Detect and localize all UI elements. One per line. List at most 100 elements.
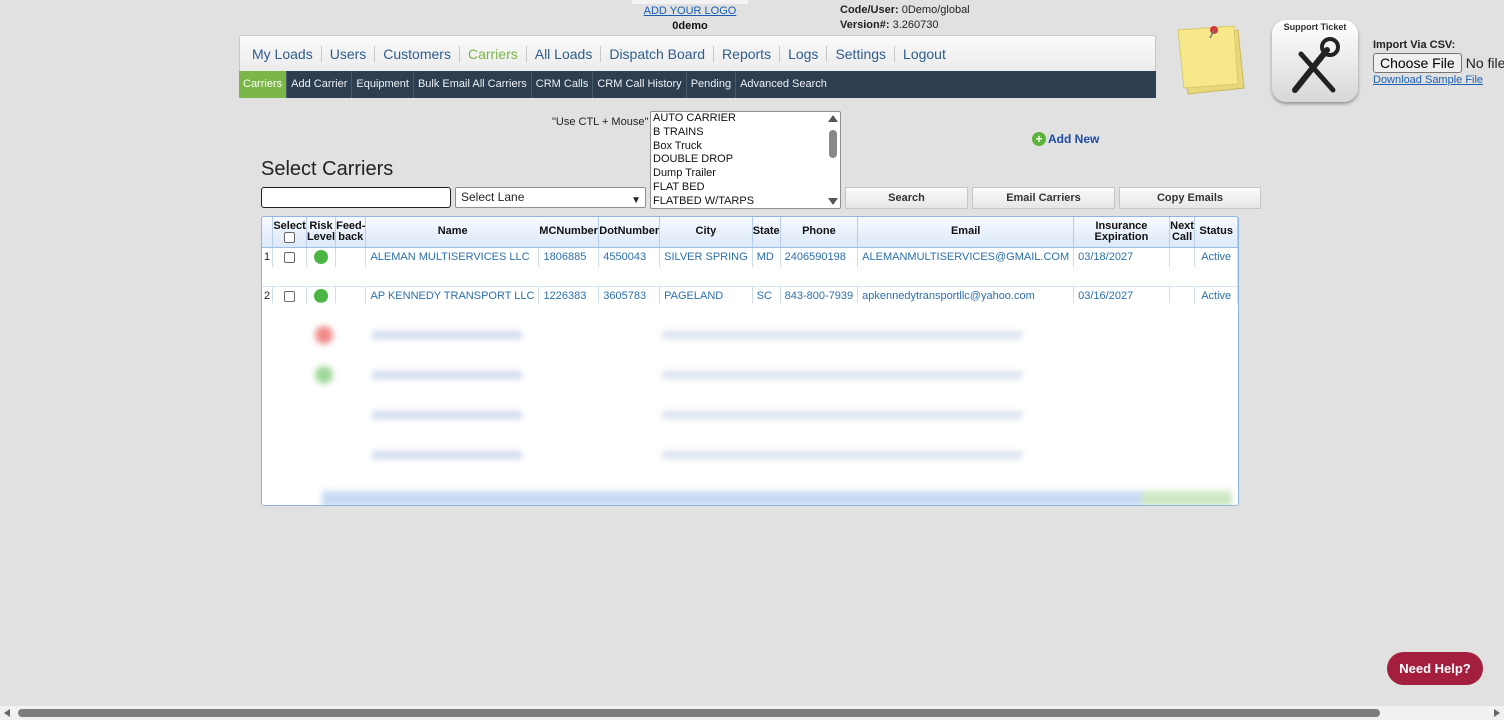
subnav-equipment[interactable]: Equipment xyxy=(352,71,414,98)
select-all-checkbox[interactable] xyxy=(284,231,296,243)
support-ticket-button[interactable]: Support Ticket xyxy=(1272,20,1358,102)
subnav-carriers[interactable]: Carriers xyxy=(239,71,288,98)
blurred-rows xyxy=(262,303,1238,505)
nav-logs[interactable]: Logs xyxy=(780,46,826,62)
carriers-table: Select Risk Level Feed-back Name MCNumber… xyxy=(262,217,1238,306)
equipment-option[interactable]: B TRAINS xyxy=(651,126,840,140)
sticky-note-icon[interactable] xyxy=(1176,22,1256,98)
equipment-option[interactable]: FLATBED W/TARPS xyxy=(651,195,840,208)
phone: 2406590198 xyxy=(780,246,859,267)
state: MD xyxy=(752,246,781,267)
download-sample-link[interactable]: Download Sample File xyxy=(1373,74,1504,86)
col-city[interactable]: City xyxy=(659,217,753,248)
lane-select[interactable]: Select Lane ▼ xyxy=(455,187,646,208)
equipment-scrollbar[interactable] xyxy=(826,112,840,208)
no-file-text: No file c xyxy=(1465,55,1504,71)
col-mcnumber[interactable]: MCNumber xyxy=(538,217,600,248)
next-call xyxy=(1169,246,1196,267)
scroll-up-icon[interactable] xyxy=(828,115,838,122)
col-insurance-expiration[interactable]: Insurance Expiration xyxy=(1073,217,1170,248)
scroll-thumb[interactable] xyxy=(829,130,837,158)
table-row[interactable]: 1 ALEMAN MULTISERVICES LLC 1806885 45500… xyxy=(262,246,1238,267)
subnav-crm-calls[interactable]: CRM Calls xyxy=(532,71,594,98)
table-header-row: Select Risk Level Feed-back Name MCNumber… xyxy=(262,217,1238,248)
nav-reports[interactable]: Reports xyxy=(714,46,779,62)
row-checkbox[interactable] xyxy=(284,290,296,302)
nav-logout[interactable]: Logout xyxy=(895,46,954,62)
horizontal-scrollbar[interactable] xyxy=(0,706,1504,720)
code-user-value: 0Demo/global xyxy=(901,4,970,16)
col-next-label-2: Call xyxy=(1171,230,1193,243)
nav-settings[interactable]: Settings xyxy=(827,46,894,62)
carrier-name-cell: ALEMAN MULTISERVICES LLC xyxy=(365,246,540,267)
add-new-label: Add New xyxy=(1048,132,1100,146)
row-number: 1 xyxy=(262,246,274,267)
risk-cell xyxy=(306,246,337,267)
col-feedback[interactable]: Feed-back xyxy=(335,217,367,248)
blurred-rows-art xyxy=(315,326,1232,505)
lane-select-value: Select Lane xyxy=(461,190,525,204)
equipment-option[interactable]: Dump Trailer xyxy=(651,167,840,181)
col-select: Select xyxy=(272,217,307,248)
nav-all-loads[interactable]: All Loads xyxy=(527,46,601,62)
equipment-option[interactable]: AUTO CARRIER xyxy=(651,112,840,126)
nav-dispatch-board[interactable]: Dispatch Board xyxy=(601,46,713,62)
subnav-crm-call-history[interactable]: CRM Call History xyxy=(593,71,687,98)
col-email[interactable]: Email xyxy=(857,217,1075,248)
subnav-add-carrier[interactable]: Add Carrier xyxy=(287,71,353,98)
equipment-option[interactable]: DOUBLE DROP xyxy=(651,153,840,167)
row-spacer-cell xyxy=(262,267,1238,287)
row-spacer xyxy=(262,267,1238,287)
code-user-label: Code/User: xyxy=(840,4,899,16)
col-risk-level[interactable]: Risk Level xyxy=(306,217,337,248)
account-info: Code/User: 0Demo/global Version#: 3.2607… xyxy=(840,3,970,33)
row-number-header xyxy=(262,217,274,248)
risk-level-indicator xyxy=(314,250,329,265)
choose-file-button[interactable]: Choose File xyxy=(1373,53,1462,73)
mc-number: 1806885 xyxy=(538,246,600,267)
need-help-button[interactable]: Need Help? xyxy=(1387,652,1483,685)
equipment-option[interactable]: Box Truck xyxy=(651,140,840,154)
logo-strip xyxy=(632,0,748,4)
col-next-call[interactable]: Next Call xyxy=(1169,217,1196,248)
nav-users[interactable]: Users xyxy=(322,46,375,62)
carriers-subnav: Carriers Add Carrier Equipment Bulk Emai… xyxy=(239,71,1156,98)
version-label: Version#: xyxy=(840,19,890,31)
email-carriers-button[interactable]: Email Carriers xyxy=(972,187,1115,209)
equipment-multiselect[interactable]: AUTO CARRIER B TRAINS Box Truck DOUBLE D… xyxy=(650,111,841,209)
col-phone[interactable]: Phone xyxy=(780,217,859,248)
subnav-advanced-search[interactable]: Advanced Search xyxy=(736,71,831,98)
page-title: Select Carriers xyxy=(261,158,394,180)
col-status[interactable]: Status xyxy=(1194,217,1238,248)
scroll-right-icon[interactable] xyxy=(1494,709,1500,717)
scroll-down-icon[interactable] xyxy=(828,198,838,205)
email: ALEMANMULTISERVICES@GMAIL.COM xyxy=(857,246,1075,267)
carrier-search-input[interactable] xyxy=(261,187,451,208)
search-button[interactable]: Search xyxy=(845,187,968,209)
col-feed-label-2: back xyxy=(338,230,364,243)
col-dotnumber[interactable]: DotNumber xyxy=(598,217,661,248)
city: SILVER SPRING xyxy=(659,246,753,267)
nav-my-loads[interactable]: My Loads xyxy=(244,46,321,62)
csv-title: Import Via CSV: xyxy=(1373,39,1456,51)
nav-carriers[interactable]: Carriers xyxy=(460,46,526,62)
csv-import: Import Via CSV: Choose File No file c Do… xyxy=(1373,39,1504,86)
main-nav: My Loads Users Customers Carriers All Lo… xyxy=(239,35,1156,71)
col-risk-label-2: Level xyxy=(306,230,336,243)
risk-level-indicator xyxy=(314,289,329,304)
insurance-expiration: 03/18/2027 xyxy=(1073,246,1170,267)
subnav-pending[interactable]: Pending xyxy=(687,71,737,98)
add-new-link[interactable]: + Add New xyxy=(1032,132,1099,146)
subnav-bulk-email[interactable]: Bulk Email All Carriers xyxy=(414,71,532,98)
copy-emails-button[interactable]: Copy Emails xyxy=(1119,187,1261,209)
horizontal-scroll-thumb[interactable] xyxy=(18,709,1380,717)
col-state[interactable]: State xyxy=(752,217,781,248)
scroll-left-icon[interactable] xyxy=(4,709,10,717)
col-name[interactable]: Name xyxy=(365,217,539,248)
version-value: 3.260730 xyxy=(892,19,939,31)
nav-customers[interactable]: Customers xyxy=(375,46,459,62)
carriers-grid: Select Risk Level Feed-back Name MCNumber… xyxy=(261,216,1239,506)
row-checkbox[interactable] xyxy=(284,251,296,263)
equipment-option[interactable]: FLAT BED xyxy=(651,181,840,195)
add-logo-link[interactable]: ADD YOUR LOGO xyxy=(632,5,748,17)
